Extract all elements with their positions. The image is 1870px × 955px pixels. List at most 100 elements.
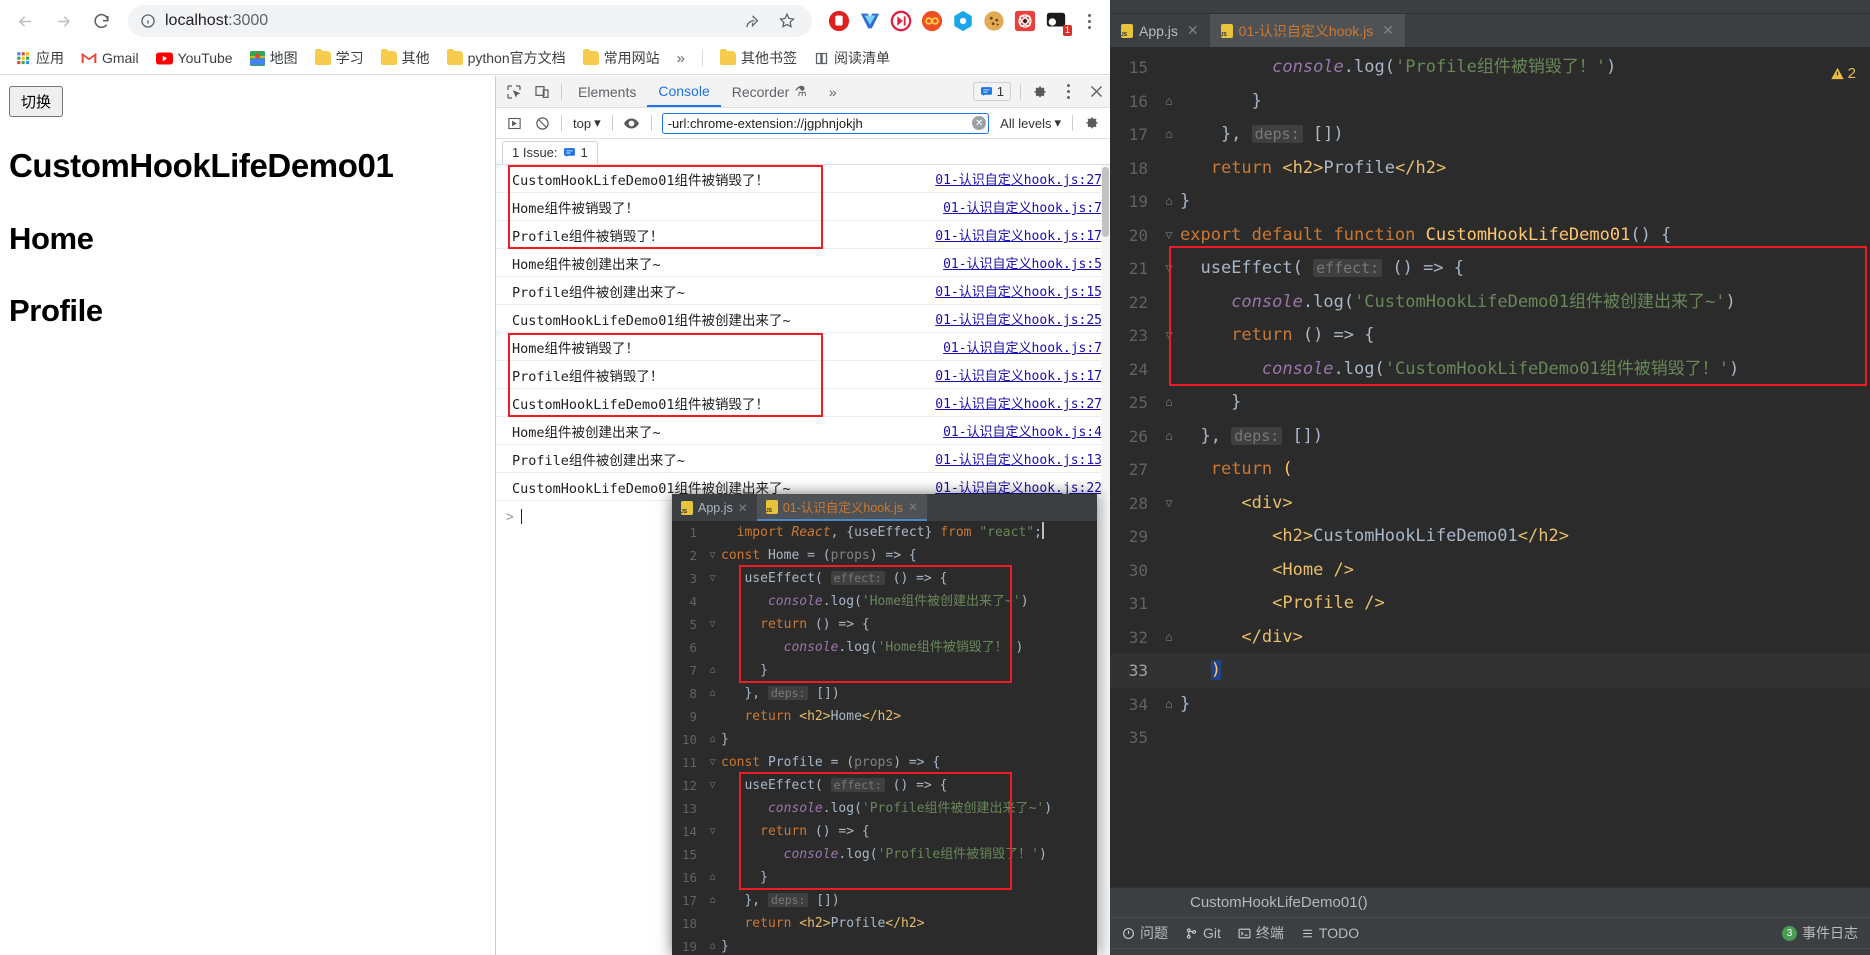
log-source-link[interactable]: 01-认识自定义hook.js:27 [935,169,1102,188]
fold-marker[interactable]: ⌂ [704,866,721,889]
console-row[interactable]: Profile组件被创建出来了~ 01-认识自定义hook.js:15 [496,277,1110,305]
fold-marker[interactable]: ▽ [704,751,721,774]
log-source-link[interactable]: 01-认识自定义hook.js:5 [943,253,1102,272]
console-row[interactable]: Home组件被销毁了！ 01-认识自定义hook.js:7 [496,193,1110,221]
tab-console[interactable]: Console [647,76,721,107]
fold-marker[interactable]: ⌂ [1158,688,1180,722]
clear-console-button[interactable] [528,110,556,136]
cookie-icon[interactable] [983,10,1005,32]
console-row[interactable]: Home组件被创建出来了~ 01-认识自定义hook.js:4 [496,417,1110,445]
tab-elements[interactable]: Elements [567,76,647,107]
bookmark-folder-python[interactable]: python官方文档 [441,45,572,71]
fold-marker[interactable]: ⌂ [1158,85,1180,119]
inspection-warning-badge[interactable]: 2 [1830,65,1856,82]
toolwindow-problems[interactable]: 问题 [1122,923,1168,943]
fold-marker[interactable]: ⌂ [704,659,721,682]
fold-marker[interactable]: ⌂ [1158,420,1180,454]
tab-recorder[interactable]: Recorder ⚗ [721,76,818,107]
bookmark-folder-other[interactable]: 其他 [375,45,436,71]
fold-marker[interactable]: ▽ [704,613,721,636]
popup-tab-appjs[interactable]: App.js ✕ [672,494,757,521]
bookmark-folder-study[interactable]: 学习 [309,45,370,71]
log-source-link[interactable]: 01-认识自定义hook.js:7 [943,197,1102,216]
bookmarks-overflow-button[interactable]: » [671,50,691,67]
console-row[interactable]: Profile组件被销毁了！ 01-认识自定义hook.js:17 [496,221,1110,249]
devtools-more-button[interactable] [1054,79,1082,105]
share-button[interactable] [739,8,765,34]
ide-tab-appjs[interactable]: App.js ✕ [1110,14,1210,47]
fold-marker[interactable]: ⌂ [704,728,721,751]
toolwindow-terminal[interactable]: 终端 [1238,923,1284,943]
address-bar[interactable]: localhost:3000 [128,5,812,37]
toolwindow-todo[interactable]: TODO [1301,925,1359,941]
tabs-overflow-button[interactable]: » [818,76,848,107]
log-source-link[interactable]: 01-认识自定义hook.js:25 [935,309,1102,328]
fold-marker[interactable]: ▽ [1158,487,1180,521]
log-source-link[interactable]: 01-认识自定义hook.js:15 [935,281,1102,300]
issues-count-button[interactable]: 1 [972,82,1011,101]
console-row[interactable]: Profile组件被销毁了！ 01-认识自定义hook.js:17 [496,361,1110,389]
log-source-link[interactable]: 01-认识自定义hook.js:27 [935,393,1102,412]
fold-marker[interactable]: ⌂ [1158,185,1180,219]
fold-marker[interactable]: ▽ [1158,219,1180,253]
close-icon[interactable]: ✕ [1382,22,1394,39]
fold-marker[interactable]: ▽ [704,544,721,567]
fold-marker[interactable]: ⌂ [1158,386,1180,420]
console-row[interactable]: CustomHookLifeDemo01组件被销毁了！ 01-认识自定义hook.… [496,165,1110,193]
device-toolbar-button[interactable] [528,79,556,105]
console-execute-button[interactable] [500,110,528,136]
bookmark-gmail[interactable]: Gmail [75,47,145,69]
bee-icon[interactable] [1014,10,1036,32]
switch-button[interactable]: 切换 [9,86,64,117]
fold-marker[interactable]: ⌂ [704,682,721,705]
console-row[interactable]: CustomHookLifeDemo01组件被销毁了！ 01-认识自定义hook.… [496,389,1110,417]
close-icon[interactable]: ✕ [738,501,748,515]
devtools-close-button[interactable] [1082,79,1110,105]
chrome-menu-button[interactable] [1076,13,1102,29]
log-source-link[interactable]: 01-认识自定义hook.js:17 [935,225,1102,244]
fold-marker[interactable]: ▽ [704,774,721,797]
toolwindow-event-log[interactable]: 3 事件日志 [1782,923,1858,943]
log-level-selector[interactable]: All levels ▾ [994,115,1067,131]
back-button[interactable] [8,4,42,38]
popup-tab-hookjs[interactable]: 01-认识自定义hook.js ✕ [756,494,928,521]
console-row[interactable]: Profile组件被创建出来了~ 01-认识自定义hook.js:13 [496,445,1110,473]
log-source-link[interactable]: 01-认识自定义hook.js:7 [943,337,1102,356]
live-expression-button[interactable] [618,110,646,136]
inspect-element-button[interactable] [500,79,528,105]
log-source-link[interactable]: 01-认识自定义hook.js:4 [943,421,1102,440]
bookmark-maps[interactable]: 地图 [244,45,304,71]
fold-marker[interactable]: ⌂ [1158,118,1180,152]
bookmark-folder-common[interactable]: 常用网站 [577,45,666,71]
breadcrumb[interactable]: CustomHookLifeDemo01() [1110,887,1870,917]
fold-marker[interactable]: ▽ [704,567,721,590]
fold-marker[interactable]: ⌂ [1158,621,1180,655]
execution-context-selector[interactable]: top ▾ [567,115,607,131]
reload-button[interactable] [84,4,118,38]
fold-marker[interactable]: ⌂ [704,935,721,955]
close-icon[interactable]: ✕ [908,500,918,514]
forward-button[interactable] [46,4,80,38]
toolwindow-git[interactable]: Git [1185,925,1221,941]
fold-marker[interactable]: ▽ [704,820,721,843]
bookmark-other-bookmarks[interactable]: 其他书签 [714,45,803,71]
bookmark-youtube[interactable]: YouTube [150,47,239,69]
bookmark-button[interactable] [774,8,800,34]
console-settings-button[interactable] [1078,110,1106,136]
ide-tab-hookjs[interactable]: 01-认识自定义hook.js ✕ [1209,14,1405,47]
log-source-link[interactable]: 01-认识自定义hook.js:17 [935,365,1102,384]
issue-pill[interactable]: 1 Issue: 1 [502,141,598,164]
infinity-icon[interactable] [921,10,943,32]
fold-marker[interactable]: ⌂ [704,889,721,912]
console-row[interactable]: CustomHookLifeDemo01组件被创建出来了~ 01-认识自定义hoo… [496,305,1110,333]
clear-filter-icon[interactable]: ✕ [972,116,987,130]
close-icon[interactable]: ✕ [1187,22,1199,39]
pocket-icon[interactable]: 1 [1045,10,1072,36]
adblock-icon[interactable] [828,10,850,32]
video-speed-icon[interactable] [890,10,912,32]
console-row[interactable]: Home组件被销毁了！ 01-认识自定义hook.js:7 [496,333,1110,361]
bookmark-reading-list[interactable]: 阅读清单 [808,45,896,71]
console-filter-input[interactable]: -url:chrome-extension://jgphnjokjh ✕ [661,112,990,134]
console-scrollbar[interactable] [1101,165,1110,955]
fold-marker[interactable]: ▽ [1158,252,1180,286]
